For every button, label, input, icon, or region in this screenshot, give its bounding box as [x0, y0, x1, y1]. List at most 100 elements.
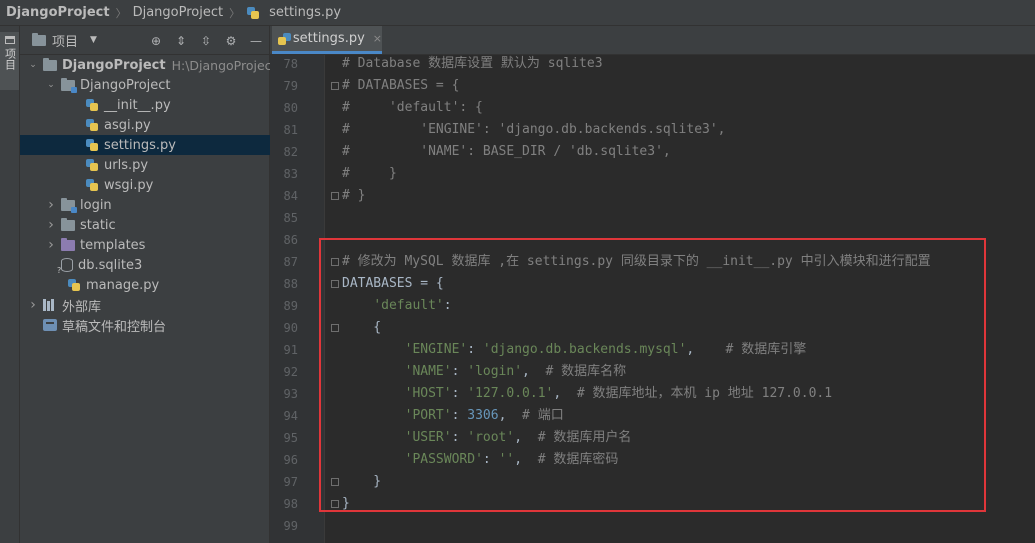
line-number: 93 [283, 387, 298, 401]
python-file-icon [85, 178, 99, 192]
chevron-down-icon[interactable]: ⌄ [46, 80, 56, 90]
library-icon [43, 299, 57, 311]
code-line: 'NAME': 'login', # 数据库名称 [404, 364, 627, 379]
tree-item-label: asgi.py [104, 117, 151, 133]
package-folder-icon [61, 197, 77, 213]
fold-marker-icon[interactable] [331, 500, 339, 508]
code-line: # 修改为 MySQL 数据库 ,在 settings.py 同级目录下的 __… [342, 254, 931, 269]
code-line: # DATABASES = { [342, 78, 460, 93]
tree-item[interactable]: 草稿文件和控制台 [20, 315, 277, 335]
tree-item-label: manage.py [86, 277, 160, 293]
tree-item[interactable]: › login [20, 195, 295, 215]
tree-item-label: __init__.py [104, 97, 171, 113]
tree-item-label: templates [80, 237, 146, 253]
chevron-down-icon[interactable]: ⌄ [28, 60, 38, 70]
line-number: 87 [283, 255, 298, 269]
python-file-icon [246, 6, 260, 20]
line-number: 91 [283, 343, 298, 357]
code-line: # 'default': { [342, 100, 483, 115]
locate-icon[interactable]: ⊕ [149, 34, 163, 48]
tree-item-label: wsgi.py [104, 177, 154, 193]
code-line: # Database 数据库设置 默认为 sqlite3 [342, 56, 603, 71]
tree-item-label: 外部库 [62, 299, 102, 315]
breadcrumb-package[interactable]: DjangoProject [133, 5, 224, 20]
breadcrumb-file[interactable]: settings.py [246, 5, 341, 20]
tree-item-label: DjangoProject [80, 77, 171, 93]
code-line: # 'NAME': BASE_DIR / 'db.sqlite3', [342, 144, 671, 159]
line-number: 90 [283, 321, 298, 335]
tree-item-label: 草稿文件和控制台 [62, 319, 167, 335]
folder-icon [4, 36, 15, 44]
collapse-all-icon[interactable]: ⇳ [199, 34, 213, 48]
tree-item[interactable]: › templates [20, 235, 295, 255]
code-line: { [342, 320, 382, 335]
python-file-icon [85, 138, 99, 152]
python-file-icon [67, 278, 81, 292]
tree-item[interactable]: ⌄ DjangoProject H:\DjangoProject [20, 55, 277, 75]
tree-item-label: static [80, 217, 116, 233]
tree-item[interactable]: › 外部库 [20, 295, 277, 315]
tree-item[interactable]: ⌄ DjangoProject [20, 75, 295, 95]
breadcrumb-label: DjangoProject [132, 5, 224, 20]
close-icon[interactable]: × [373, 32, 382, 45]
chevron-down-icon[interactable]: ▼ [90, 35, 97, 45]
tree-item-label: settings.py [104, 137, 176, 153]
python-file-icon [85, 118, 99, 132]
tree-item[interactable]: db.sqlite3 [20, 255, 295, 276]
tree-item-label: db.sqlite3 [78, 257, 143, 273]
tree-item[interactable]: › static [20, 215, 295, 235]
folder-icon [61, 217, 75, 231]
expand-all-icon[interactable]: ⇕ [174, 34, 188, 48]
code-line: 'PORT': 3306, # 端口 [404, 408, 564, 423]
fold-marker-icon[interactable] [331, 478, 339, 486]
editor-tab-bar: settings.py × [270, 26, 1035, 55]
breadcrumb-label: DjangoProject [6, 5, 110, 20]
code-line: # 'ENGINE': 'django.db.backends.sqlite3'… [342, 122, 726, 137]
gear-icon[interactable]: ⚙ [224, 34, 238, 48]
code-line: # } [342, 166, 397, 181]
python-file-icon [277, 32, 291, 46]
navigation-bar: DjangoProject 〉 DjangoProject 〉 settings… [0, 0, 1035, 26]
project-panel: 项目 ▼ ⊕ ⇕ ⇳ ⚙ — ⌄ DjangoProject H:\DjangoPr… [20, 26, 313, 543]
breadcrumb-project[interactable]: DjangoProject [6, 5, 110, 20]
project-tool-tab[interactable]: 项目 [0, 32, 19, 90]
code-line: } [342, 496, 350, 511]
tab-label: settings.py [292, 31, 365, 46]
code-line: DATABASES = { [342, 276, 444, 291]
chevron-right-icon[interactable]: › [46, 237, 56, 253]
python-file-icon [85, 98, 99, 112]
fold-marker-icon[interactable] [331, 82, 339, 90]
line-number-gutter: 78 79 80 81 82 83 84 85 86 87 88 89 90 91 92 93 94 95 96 97… [270, 55, 325, 543]
folder-icon [43, 57, 57, 71]
line-number: 80 [283, 101, 298, 115]
code-editor[interactable]: # Database 数据库设置 默认为 sqlite3 # DATABASES … [325, 55, 1035, 543]
code-line: 'default': [373, 298, 452, 313]
code-line: 'ENGINE': 'django.db.backends.mysql', # … [404, 342, 807, 357]
tab-settings-py[interactable]: settings.py × [272, 26, 382, 54]
fold-marker-icon[interactable] [331, 280, 339, 288]
fold-marker-icon[interactable] [331, 324, 339, 332]
line-number: 99 [283, 519, 298, 533]
line-number: 95 [283, 431, 298, 445]
template-folder-icon [61, 237, 75, 251]
tree-item[interactable]: manage.py [20, 275, 295, 295]
code-line: # } [342, 188, 366, 203]
fold-marker-icon[interactable] [331, 258, 339, 266]
line-number: 79 [283, 79, 298, 93]
project-panel-title[interactable]: 项目 [52, 31, 78, 50]
chevron-right-icon[interactable]: › [28, 297, 38, 313]
line-number: 97 [283, 475, 298, 489]
chevron-right-icon[interactable]: › [46, 197, 56, 213]
minimize-icon[interactable]: — [249, 34, 263, 48]
project-panel-toolbar: 项目 ▼ ⊕ ⇕ ⇳ ⚙ — [20, 26, 269, 55]
line-number: 82 [283, 145, 298, 159]
fold-marker-icon[interactable] [331, 192, 339, 200]
chevron-right-icon[interactable]: › [46, 217, 56, 233]
